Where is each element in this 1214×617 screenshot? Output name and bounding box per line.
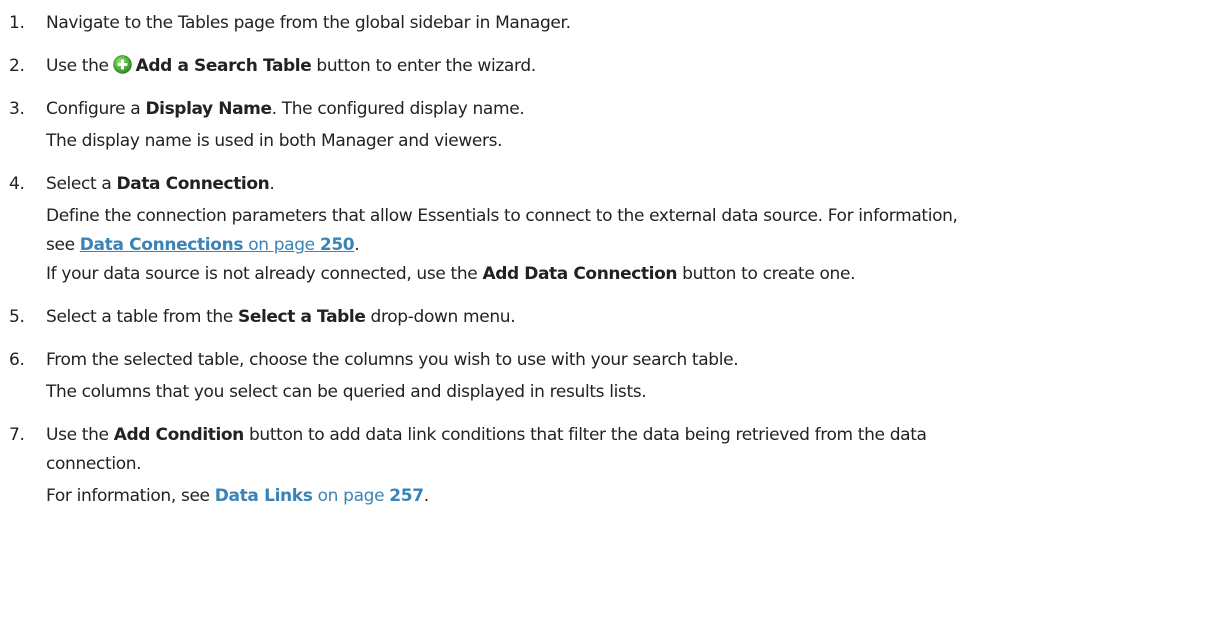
data-connections-link[interactable]: Data Connections on page 250 xyxy=(80,235,355,255)
step-text: see xyxy=(46,235,75,255)
step-3: 3. Configure a Display Name. The configu… xyxy=(0,97,1214,153)
step-number: 7. xyxy=(9,425,25,445)
step-text: button to create one. xyxy=(682,264,856,284)
step-number: 5. xyxy=(9,307,25,327)
step-text: . The configured display name. xyxy=(271,99,525,119)
step-number: 3. xyxy=(9,99,25,119)
add-search-table-label: Add a Search Table xyxy=(135,56,312,76)
step-text: Configure a xyxy=(46,99,141,119)
step-text-cont: connection. xyxy=(46,454,142,474)
step-number: 6. xyxy=(9,350,25,370)
step-text: . xyxy=(269,174,275,194)
procedure-document: 1. Navigate to the Tables page from the … xyxy=(0,0,1214,508)
step-2: 2. Use the Add a Search Table button to … xyxy=(0,54,1214,78)
step-text: From the selected table, choose the colu… xyxy=(46,350,739,370)
data-links-link[interactable]: Data Links on page 257 xyxy=(215,486,424,506)
page-number[interactable]: 250 xyxy=(320,235,355,255)
step-text: . xyxy=(354,235,360,255)
add-data-connection-label: Add Data Connection xyxy=(482,264,678,284)
step-6: 6. From the selected table, choose the c… xyxy=(0,348,1214,404)
step-number: 4. xyxy=(9,174,25,194)
step-text: Select a xyxy=(46,174,112,194)
step-7: 7. Use the Add Condition button to add d… xyxy=(0,423,1214,508)
add-condition-label: Add Condition xyxy=(113,425,245,445)
step-text: Use the xyxy=(46,56,109,76)
on-page-text[interactable]: on page xyxy=(318,486,385,506)
step-1: 1. Navigate to the Tables page from the … xyxy=(0,11,1214,35)
step-detail: Define the connection parameters that al… xyxy=(46,206,958,226)
step-number: 2. xyxy=(9,56,25,76)
step-detail: The columns that you select can be queri… xyxy=(46,382,647,402)
step-4: 4. Select a Data Connection. Define the … xyxy=(0,172,1214,286)
steps-list: 1. Navigate to the Tables page from the … xyxy=(0,11,1214,508)
step-text: If your data source is not already conne… xyxy=(46,264,478,284)
step-detail: The display name is used in both Manager… xyxy=(46,131,503,151)
step-text: Navigate to the Tables page from the glo… xyxy=(46,13,571,33)
add-circle-icon xyxy=(112,55,132,74)
select-a-table-label: Select a Table xyxy=(238,307,366,327)
page-number[interactable]: 257 xyxy=(389,486,424,506)
step-number: 1. xyxy=(9,13,25,33)
step-5: 5. Select a table from the Select a Tabl… xyxy=(0,305,1214,329)
link-text[interactable]: Data Connections xyxy=(80,235,244,255)
step-text: Select a table from the xyxy=(46,307,233,327)
step-text: Use the xyxy=(46,425,109,445)
link-text[interactable]: Data Links xyxy=(215,486,313,506)
step-text: drop-down menu. xyxy=(370,307,516,327)
step-text: . xyxy=(423,486,429,506)
on-page-text[interactable]: on page xyxy=(248,235,315,255)
step-text: For information, see xyxy=(46,486,210,506)
data-connection-label: Data Connection xyxy=(116,174,270,194)
display-name-label: Display Name xyxy=(145,99,272,119)
step-text: button to enter the wizard. xyxy=(316,56,536,76)
step-text: button to add data link conditions that … xyxy=(248,425,927,445)
